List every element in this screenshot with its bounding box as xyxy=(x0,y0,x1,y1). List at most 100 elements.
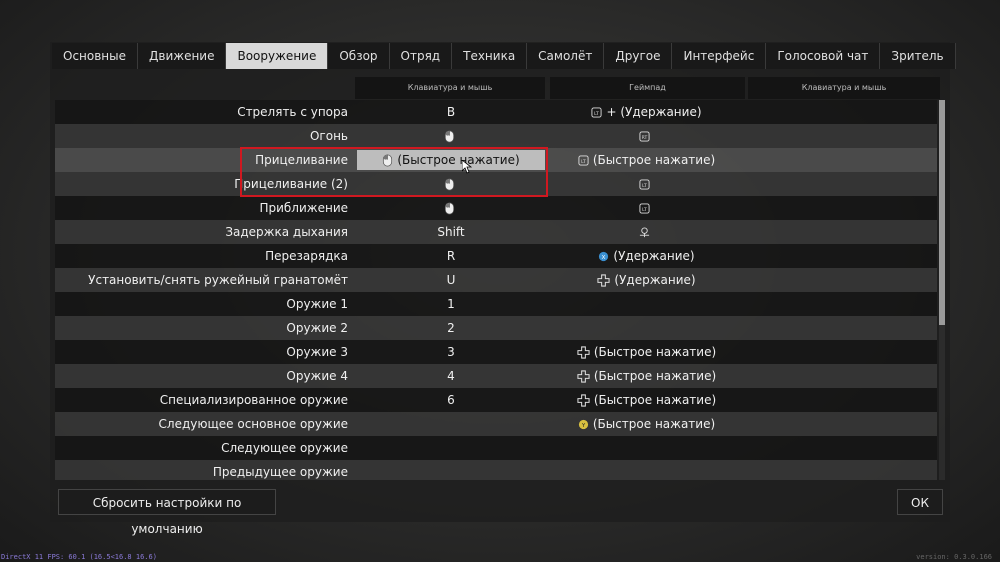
keyboard-binding-cell[interactable]: 4 xyxy=(357,364,545,388)
action-label: Установить/снять ружейный гранатомёт xyxy=(88,273,348,287)
tab-8[interactable]: Интерфейс xyxy=(672,43,767,69)
alt-keyboard-binding-cell[interactable] xyxy=(747,268,935,292)
gamepad-binding-cell[interactable] xyxy=(550,436,743,460)
tab-4[interactable]: Отряд xyxy=(389,43,453,69)
gamepad-binding-cell[interactable] xyxy=(550,292,743,316)
gamepad-binding-text: (Быстрое нажатие) xyxy=(593,369,717,383)
gamepad-binding-cell[interactable]: (Удержание) xyxy=(550,268,743,292)
scrollbar-thumb[interactable] xyxy=(939,100,945,325)
keyboard-binding-text: Shift xyxy=(437,225,465,239)
y-button-icon: Y xyxy=(578,418,589,431)
gamepad-binding-cell[interactable]: X (Удержание) xyxy=(550,244,743,268)
gamepad-binding-cell[interactable]: Y (Быстрое нажатие) xyxy=(550,412,743,436)
gamepad-binding-cell[interactable]: LT xyxy=(550,172,743,196)
gamepad-binding-text: (Удержание) xyxy=(614,273,696,287)
svg-text:LT: LT xyxy=(595,110,600,116)
keybind-row[interactable]: Оружие 1 1 xyxy=(55,292,937,316)
keybind-row[interactable]: Огонь RT xyxy=(55,124,937,148)
keybind-row[interactable]: Специализированное оружие 6 (Быстрое нажат… xyxy=(55,388,937,412)
keyboard-binding-cell[interactable] xyxy=(357,412,545,436)
alt-keyboard-binding-cell[interactable] xyxy=(747,172,935,196)
keybind-row[interactable]: Оружие 4 4 (Быстрое нажатие) xyxy=(55,364,937,388)
alt-keyboard-binding-cell[interactable] xyxy=(747,316,935,340)
tab-0[interactable]: Основные xyxy=(52,43,139,69)
alt-keyboard-binding-cell[interactable] xyxy=(747,412,935,436)
gamepad-binding-cell[interactable]: (Быстрое нажатие) xyxy=(550,388,743,412)
keybind-row[interactable]: Перезарядка R X (Удержание) xyxy=(55,244,937,268)
keyboard-binding-cell[interactable]: R xyxy=(357,244,545,268)
reset-defaults-button[interactable]: Сбросить настройки по умолчанию xyxy=(58,489,276,536)
tab-6[interactable]: Самолёт xyxy=(527,43,605,69)
action-label: Оружие 2 xyxy=(286,321,348,335)
keyboard-binding-cell[interactable]: B xyxy=(357,100,545,124)
keyboard-binding-text: B xyxy=(446,105,456,119)
mouse-cursor-icon xyxy=(462,160,472,174)
keybind-row[interactable]: Прицеливание (2) LT xyxy=(55,172,937,196)
tab-3[interactable]: Обзор xyxy=(328,43,390,69)
gamepad-binding-cell[interactable] xyxy=(550,316,743,340)
keybind-row[interactable]: Задержка дыхания Shift xyxy=(55,220,937,244)
keyboard-binding-cell[interactable]: (Быстрое нажатие) xyxy=(357,150,545,170)
gamepad-binding-cell[interactable] xyxy=(550,220,743,244)
alt-keyboard-binding-cell[interactable] xyxy=(747,124,935,148)
tab-1[interactable]: Движение xyxy=(138,43,227,69)
keybind-row[interactable]: Оружие 3 3 (Быстрое нажатие) xyxy=(55,340,937,364)
keyboard-binding-cell[interactable]: 1 xyxy=(357,292,545,316)
alt-keyboard-binding-cell[interactable] xyxy=(747,148,935,172)
tab-7[interactable]: Другое xyxy=(604,43,673,69)
keyboard-binding-cell[interactable]: 2 xyxy=(357,316,545,340)
keyboard-binding-text: 4 xyxy=(447,369,455,383)
keyboard-binding-cell[interactable]: U xyxy=(357,268,545,292)
ok-button[interactable]: ОК xyxy=(897,489,943,515)
gamepad-binding-cell[interactable]: LT (Быстрое нажатие) xyxy=(550,148,743,172)
keyboard-binding-cell[interactable] xyxy=(357,436,545,460)
action-label: Огонь xyxy=(309,129,348,143)
keyboard-binding-text: 6 xyxy=(447,393,455,407)
tab-9[interactable]: Голосовой чат xyxy=(766,43,881,69)
gamepad-binding-text: (Быстрое нажатие) xyxy=(593,393,717,407)
alt-keyboard-binding-cell[interactable] xyxy=(747,388,935,412)
keybind-row[interactable]: Предыдущее оружие xyxy=(55,460,937,480)
alt-keyboard-binding-cell[interactable] xyxy=(747,244,935,268)
keybind-row[interactable]: Стрелять с упора B LT + (Удержание) xyxy=(55,100,937,124)
tab-10[interactable]: Зритель xyxy=(880,43,956,69)
keybind-row[interactable]: Установить/снять ружейный гранатомёт U (Уд… xyxy=(55,268,937,292)
tab-5[interactable]: Техника xyxy=(452,43,528,69)
version-label: version: 0.3.0.166 xyxy=(916,553,992,561)
x-button-icon: X xyxy=(598,250,609,263)
keyboard-binding-cell[interactable]: 6 xyxy=(357,388,545,412)
gamepad-binding-cell[interactable]: RT xyxy=(550,124,743,148)
fps-readout: DirectX 11 FPS: 60.1 (16.5<16.8 16.6) xyxy=(1,553,157,561)
gamepad-binding-cell[interactable]: LT xyxy=(550,196,743,220)
rt-trigger-icon: RT xyxy=(639,130,650,143)
keyboard-binding-cell[interactable] xyxy=(357,172,545,196)
alt-keyboard-binding-cell[interactable] xyxy=(747,220,935,244)
keybind-row[interactable]: Следующее основное оружие Y (Быстрое нажат… xyxy=(55,412,937,436)
gamepad-binding-cell[interactable]: LT + (Удержание) xyxy=(550,100,743,124)
alt-keyboard-binding-cell[interactable] xyxy=(747,292,935,316)
tab-2[interactable]: Вооружение xyxy=(226,43,329,69)
dpad-icon xyxy=(577,345,590,359)
action-label: Следующее оружие xyxy=(221,441,348,455)
keyboard-binding-text: U xyxy=(446,273,456,287)
alt-keyboard-binding-cell[interactable] xyxy=(747,436,935,460)
keyboard-binding-cell[interactable] xyxy=(357,196,545,220)
keybind-row[interactable]: Оружие 2 2 xyxy=(55,316,937,340)
keyboard-binding-cell[interactable]: Shift xyxy=(357,220,545,244)
gamepad-binding-cell[interactable]: (Быстрое нажатие) xyxy=(550,364,743,388)
alt-keyboard-binding-cell[interactable] xyxy=(747,364,935,388)
settings-panel: Основные Движение Вооружение Обзор Отряд Техн… xyxy=(50,42,956,522)
action-label: Стрелять с упора xyxy=(237,105,348,119)
keyboard-binding-cell[interactable] xyxy=(357,124,545,148)
keyboard-binding-cell[interactable] xyxy=(357,460,545,480)
gamepad-binding-cell[interactable] xyxy=(550,460,743,480)
keybind-row[interactable]: Прицеливание (Быстрое нажатие) LT (Быстрое … xyxy=(55,148,937,172)
alt-keyboard-binding-cell[interactable] xyxy=(747,340,935,364)
gamepad-binding-cell[interactable]: (Быстрое нажатие) xyxy=(550,340,743,364)
alt-keyboard-binding-cell[interactable] xyxy=(747,196,935,220)
keybind-row[interactable]: Следующее оружие xyxy=(55,436,937,460)
alt-keyboard-binding-cell[interactable] xyxy=(747,460,935,480)
alt-keyboard-binding-cell[interactable] xyxy=(747,100,935,124)
keyboard-binding-cell[interactable]: 3 xyxy=(357,340,545,364)
keybind-row[interactable]: Приближение LT xyxy=(55,196,937,220)
